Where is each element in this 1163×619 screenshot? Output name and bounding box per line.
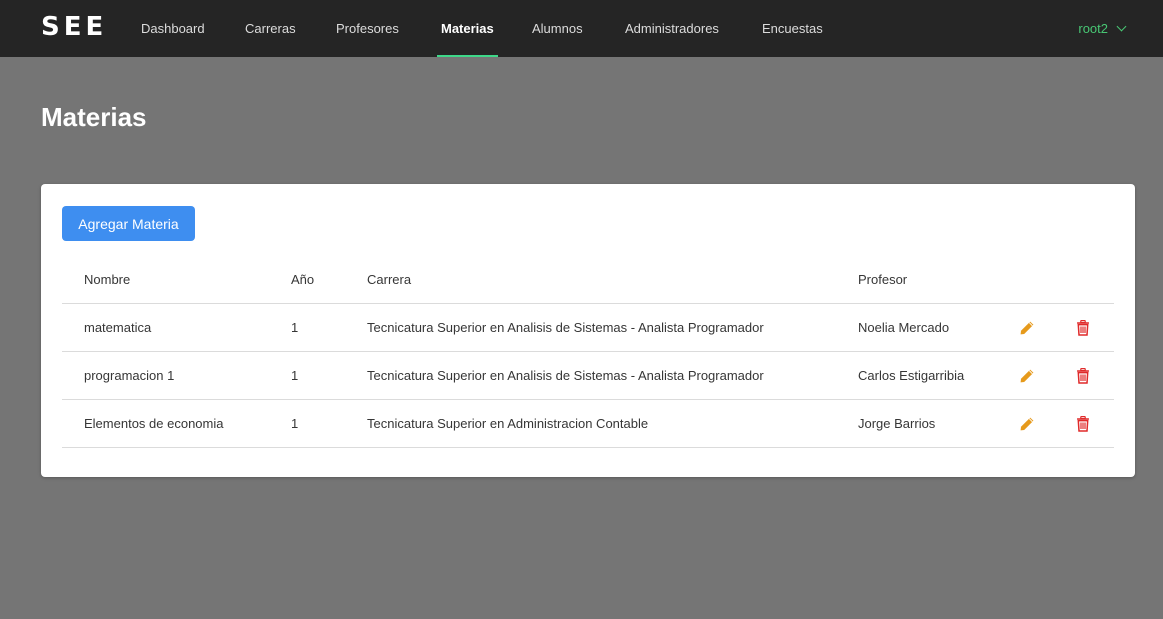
brand-logo[interactable]: SEE	[41, 12, 107, 42]
nav-item-dashboard[interactable]: Dashboard	[141, 0, 205, 57]
nav-item-administradores[interactable]: Administradores	[625, 0, 719, 57]
cell-profesor: Carlos Estigarribia	[858, 368, 965, 383]
header-nombre: Nombre	[84, 271, 131, 287]
trash-icon[interactable]	[1073, 400, 1093, 447]
cell-carrera: Tecnicatura Superior en Analisis de Sist…	[367, 368, 764, 383]
cell-nombre: programacion 1	[84, 368, 175, 383]
nav-item-encuestas[interactable]: Encuestas	[762, 0, 823, 57]
cell-carrera: Tecnicatura Superior en Analisis de Sist…	[367, 320, 764, 335]
page-title: Materias	[41, 102, 147, 132]
trash-icon[interactable]	[1073, 304, 1093, 351]
pencil-icon[interactable]	[1017, 352, 1037, 399]
cell-anio: 1	[291, 416, 299, 431]
nav-item-profesores[interactable]: Profesores	[336, 0, 399, 57]
header-anio: Año	[291, 271, 315, 287]
table-header: Nombre Año Carrera Profesor	[62, 255, 1114, 304]
table-row: programacion 1 1 Tecnicatura Superior en…	[62, 352, 1114, 400]
nav-item-carreras[interactable]: Carreras	[245, 0, 296, 57]
add-materia-button[interactable]: Agregar Materia	[62, 206, 195, 241]
header-carrera: Carrera	[367, 271, 412, 287]
header-profesor: Profesor	[858, 271, 908, 287]
cell-anio: 1	[291, 320, 299, 335]
chevron-down-icon	[1116, 21, 1127, 32]
nav-item-materias[interactable]: Materias	[437, 0, 498, 57]
trash-icon[interactable]	[1073, 352, 1093, 399]
cell-profesor: Jorge Barrios	[858, 416, 936, 431]
cell-nombre: Elementos de economia	[84, 416, 224, 431]
user-menu[interactable]: root2	[1078, 0, 1127, 57]
nav-item-materias-label: Materias	[441, 21, 494, 36]
cell-profesor: Noelia Mercado	[858, 320, 950, 335]
cell-nombre: matematica	[84, 320, 152, 335]
materias-table: Nombre Año Carrera Profesor matematica 1…	[62, 255, 1114, 448]
top-navbar: SEE Dashboard Carreras Profesores Materi…	[0, 0, 1163, 57]
active-nav-underline	[437, 55, 498, 57]
table-row: Elementos de economia 1 Tecnicatura Supe…	[62, 400, 1114, 448]
cell-anio: 1	[291, 368, 299, 383]
materias-card: Agregar Materia Nombre Año Carrera Profe…	[41, 184, 1135, 477]
cell-carrera: Tecnicatura Superior en Administracion C…	[367, 416, 649, 431]
pencil-icon[interactable]	[1017, 400, 1037, 447]
table-row: matematica 1 Tecnicatura Superior en Ana…	[62, 304, 1114, 352]
pencil-icon[interactable]	[1017, 304, 1037, 351]
nav-item-alumnos[interactable]: Alumnos	[532, 0, 583, 57]
user-name: root2	[1078, 21, 1108, 36]
